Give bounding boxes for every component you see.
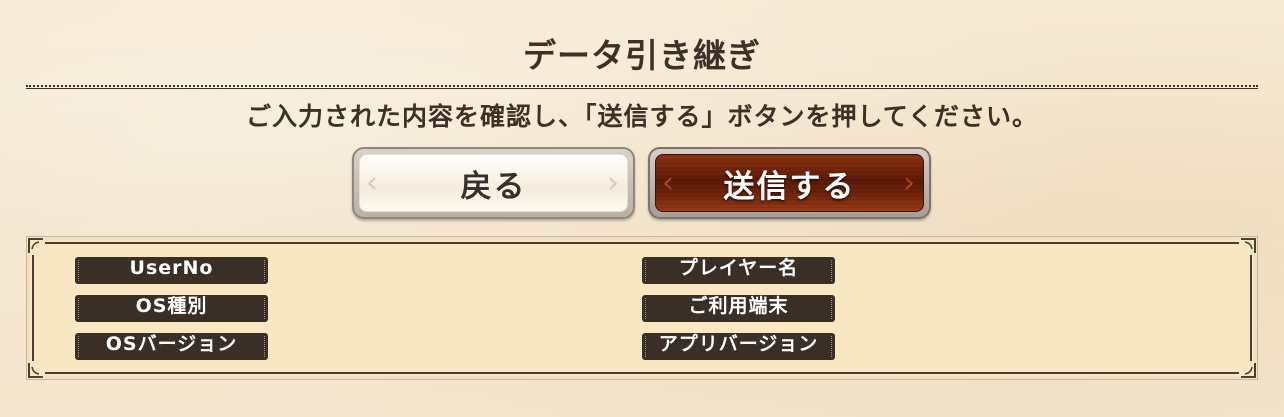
label-os-type: OS種別 <box>75 295 268 322</box>
back-button-label: 戻る <box>460 168 527 205</box>
value-user-no <box>285 257 625 284</box>
corner-ornament-icon <box>1239 237 1257 255</box>
label-os-version: OSバージョン <box>75 333 268 360</box>
chevron-left-ornament-icon: ‹ <box>366 165 380 201</box>
value-player-name <box>852 257 1232 284</box>
label-player-name: プレイヤー名 <box>642 257 835 284</box>
value-os-type <box>285 295 625 322</box>
value-device <box>852 295 1232 322</box>
corner-ornament-icon <box>1239 361 1257 379</box>
corner-ornament-icon <box>27 361 45 379</box>
label-user-no: UserNo <box>75 257 268 284</box>
back-button[interactable]: ‹ 戻る › <box>352 147 635 219</box>
instruction-text: ご入力された内容を確認し、「送信する」ボタンを押してください。 <box>245 102 1038 131</box>
send-button[interactable]: ‹ 送信する › <box>648 147 931 219</box>
page-title: データ引き継ぎ <box>523 36 761 75</box>
label-app-version: アプリバージョン <box>642 333 835 360</box>
chevron-left-ornament-icon: ‹ <box>662 165 676 201</box>
value-app-version <box>852 333 1232 360</box>
corner-ornament-icon <box>27 237 45 255</box>
chevron-right-ornament-icon: › <box>607 165 621 201</box>
value-os-version <box>285 333 625 360</box>
send-button-label: 送信する <box>723 168 856 205</box>
chevron-right-ornament-icon: › <box>903 165 917 201</box>
label-device: ご利用端末 <box>642 295 835 322</box>
title-divider <box>26 85 1258 89</box>
